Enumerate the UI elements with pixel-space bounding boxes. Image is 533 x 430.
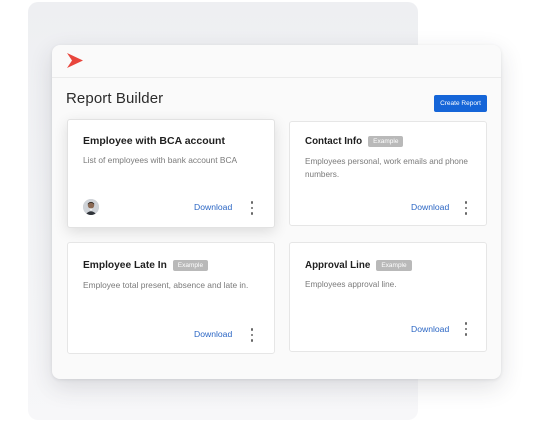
- card-description: List of employees with bank account BCA: [83, 155, 238, 165]
- card-title: Employee with BCA account: [83, 135, 225, 147]
- create-report-button[interactable]: Create Report: [434, 95, 487, 112]
- more-options-icon[interactable]: [463, 201, 469, 215]
- download-link[interactable]: Download: [194, 329, 232, 339]
- card-title-row: Approval Line Example: [305, 260, 412, 271]
- report-card-contact-info[interactable]: Contact Info Example Employees personal,…: [289, 121, 487, 226]
- download-link[interactable]: Download: [411, 324, 449, 334]
- more-options-icon[interactable]: [249, 328, 255, 342]
- logo-icon: [67, 53, 83, 68]
- avatar: [83, 199, 99, 215]
- download-link[interactable]: Download: [194, 202, 232, 212]
- card-description: Employees personal, work emails and phon…: [305, 157, 468, 179]
- report-card-bca[interactable]: Employee with BCA account List of employ…: [67, 119, 275, 228]
- user-avatar-icon: [83, 199, 99, 215]
- example-badge: Example: [376, 260, 412, 271]
- card-title-row: Employee with BCA account: [83, 135, 225, 147]
- app-window: Report Builder Create Report Employee wi…: [52, 45, 501, 379]
- card-title: Approval Line: [305, 260, 371, 271]
- report-card-late-in[interactable]: Employee Late In Example Employee total …: [67, 242, 275, 354]
- card-title-row: Employee Late In Example: [83, 260, 209, 271]
- card-title-row: Contact Info Example: [305, 136, 404, 147]
- example-badge: Example: [172, 260, 209, 271]
- top-divider: [52, 77, 501, 78]
- card-title: Employee Late In: [83, 260, 167, 271]
- download-link[interactable]: Download: [411, 202, 449, 212]
- card-description: Employees approval line.: [305, 280, 397, 289]
- example-badge: Example: [368, 136, 404, 147]
- card-description: Employee total present, absence and late…: [83, 280, 249, 290]
- card-title: Contact Info: [305, 136, 363, 147]
- page-title: Report Builder: [66, 90, 164, 107]
- report-card-approval-line[interactable]: Approval Line Example Employees approval…: [289, 242, 487, 352]
- more-options-icon[interactable]: [463, 322, 469, 336]
- more-options-icon[interactable]: [249, 201, 255, 215]
- top-bar: [52, 45, 501, 77]
